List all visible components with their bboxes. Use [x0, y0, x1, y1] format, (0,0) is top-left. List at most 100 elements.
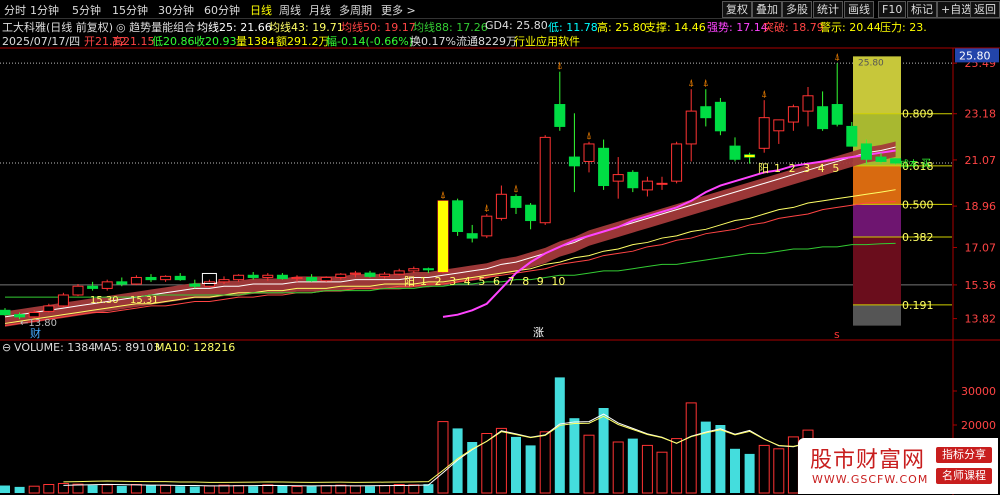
candle [101, 279, 113, 291]
candle-body [875, 156, 887, 162]
candle-body [174, 275, 186, 281]
candle [758, 100, 770, 153]
candle-body [422, 268, 434, 271]
watermark-tag-course: 名师课程 [936, 468, 992, 484]
ma-line-4 [442, 149, 896, 318]
count-left-label: 2 [435, 275, 442, 288]
volume-bar [627, 438, 638, 493]
count-right-label: 4 [818, 162, 825, 175]
volume-bar [539, 431, 551, 494]
candle-body [510, 195, 522, 208]
volume-bar [511, 436, 521, 493]
vol-ma10-line [63, 415, 896, 483]
count-right-label: 5 [832, 162, 839, 175]
volume-bar [87, 485, 98, 493]
current-price-label: 25.80 [959, 49, 991, 62]
cai-marker: 财 [30, 326, 41, 340]
y-tick-label: 21.07 [965, 154, 997, 167]
candle-body [72, 285, 84, 296]
count-left-label: 7 [508, 275, 515, 288]
volume-bar [481, 433, 493, 494]
candle [554, 71, 566, 131]
peak-marker: ⍋ [513, 183, 519, 194]
candle-body [641, 180, 653, 191]
volume-bar [248, 486, 259, 493]
count-left-label: 3 [449, 275, 456, 288]
volume-bar [379, 485, 391, 494]
volume-bar [130, 484, 142, 494]
candle-body [554, 104, 566, 127]
volume-bar [554, 377, 565, 493]
candle [276, 273, 288, 280]
volume-bar [773, 448, 785, 494]
count-right-label: 3 [803, 162, 810, 175]
candle [72, 284, 84, 297]
candle [481, 213, 493, 239]
candle [598, 139, 610, 190]
vol-y-tick-label: 30000 [961, 385, 996, 398]
candle-body [393, 270, 405, 275]
y-tick-label: 17.07 [965, 241, 997, 254]
count-left-label: 9 [537, 275, 544, 288]
volume-bar [0, 485, 10, 493]
candle [160, 275, 172, 282]
fib-level-label: 0.809 [902, 108, 934, 121]
candle [87, 281, 99, 291]
candle-body [598, 147, 610, 187]
volume-bar [233, 485, 245, 494]
peak-marker: ⍋ [586, 131, 592, 142]
fib-level-label: 0.500 [902, 198, 934, 211]
volume-bar [583, 434, 595, 494]
vol-ma5-value: MA5: 89103 [94, 341, 161, 354]
candle-body [306, 276, 318, 282]
peak-marker: ⍋ [703, 78, 709, 89]
candle-body [320, 276, 332, 282]
volume-bar [101, 484, 113, 494]
volume-bar [685, 402, 697, 494]
candle-body [671, 143, 683, 182]
candle [714, 97, 726, 136]
volume-bar [14, 486, 25, 493]
candle-body [0, 309, 11, 316]
watermark-tag-share: 指标分享 [936, 447, 992, 463]
peak-marker: ⍋ [834, 52, 840, 63]
candle-body [335, 273, 347, 278]
candle-body [612, 174, 624, 182]
candle [685, 89, 697, 162]
volume-bar [291, 486, 303, 494]
candle-body [160, 275, 172, 281]
candle-body [276, 274, 288, 280]
candle [671, 141, 683, 184]
volume-bar [203, 485, 215, 494]
candle-body [787, 106, 799, 123]
candle [364, 270, 376, 278]
volume-bar [175, 486, 186, 493]
candle [583, 141, 595, 173]
cost-label: 成本 [900, 158, 918, 170]
candle [627, 170, 639, 193]
candle-body [860, 143, 872, 160]
volume-bar [641, 444, 653, 494]
candle-body [729, 145, 741, 160]
candle [729, 137, 741, 162]
candle [510, 194, 522, 214]
watermark-url: WWW.GSCFW.COM [812, 473, 929, 486]
collapse-icon[interactable]: ⊖ [2, 341, 11, 354]
candle-body [145, 276, 157, 281]
candle [466, 224, 478, 243]
candle [495, 185, 507, 221]
fib-zone [853, 204, 901, 237]
candle [831, 63, 843, 127]
count-left-label: 4 [464, 275, 471, 288]
fib-zone [853, 236, 901, 305]
candle-body [43, 305, 55, 312]
peak-marker: ⍋ [557, 61, 563, 72]
candle [0, 308, 11, 316]
candle-body [583, 143, 595, 162]
count-left-label: 6 [493, 275, 500, 288]
fib-level-label: 0.382 [902, 231, 934, 244]
candle [744, 152, 756, 164]
candle-body [291, 276, 303, 280]
volume-bar [349, 485, 361, 494]
candle [641, 176, 653, 197]
